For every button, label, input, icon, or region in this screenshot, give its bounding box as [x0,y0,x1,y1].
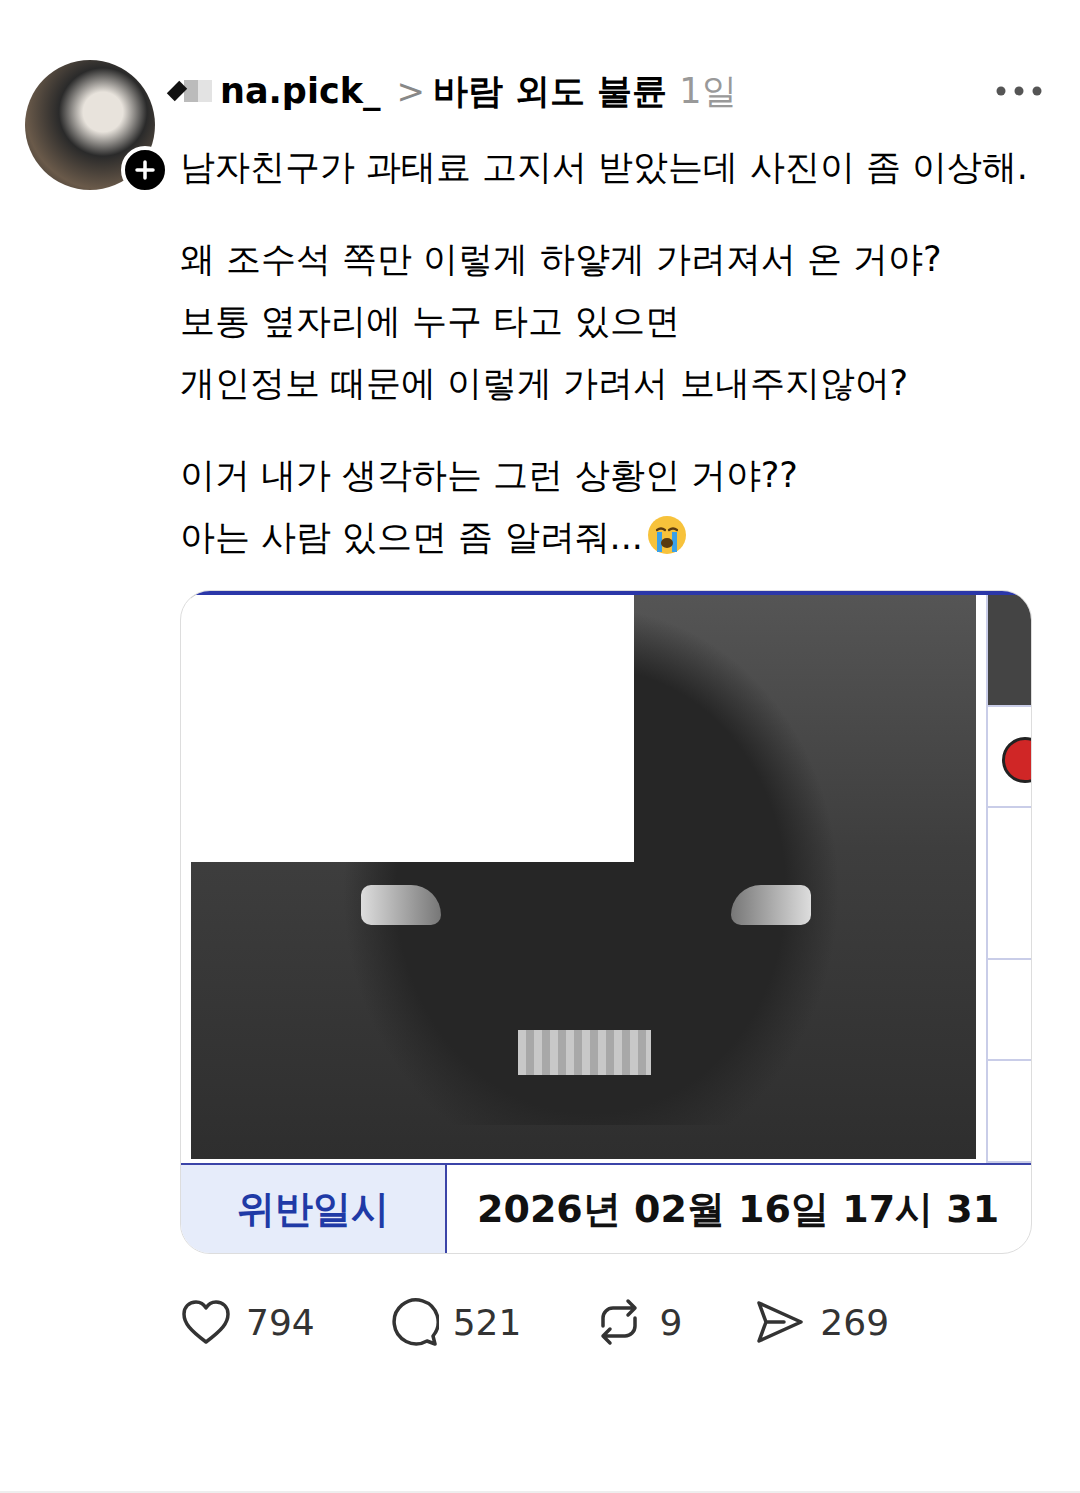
violation-row: 위반일시 2026년 02월 16일 17시 31 [181,1163,1031,1253]
share-button[interactable]: 269 [754,1298,889,1346]
passenger-mask [191,595,634,862]
action-bar: 794 521 9 269 [180,1296,1044,1348]
text-line: 왜 조수석 쪽만 이렇게 하얗게 가려져서 온 거야? [180,228,1044,290]
blurred-name [170,80,212,102]
repost-button[interactable]: 9 [593,1296,682,1348]
separator: > [396,71,425,111]
crying-face-icon [645,513,689,557]
paragraph: 남자친구가 과태료 고지서 받았는데 사진이 좀 이상해. [180,136,1044,198]
topic-tag[interactable]: 바람 외도 불륜 [433,68,667,115]
plate-blur [518,1030,651,1075]
avatar[interactable] [25,60,155,190]
comment-icon [387,1296,439,1348]
violation-datetime: 2026년 02월 16일 17시 31 [447,1165,1031,1253]
like-button[interactable]: 794 [180,1298,315,1346]
action-count: 794 [246,1302,315,1343]
post-body: 남자친구가 과태료 고지서 받았는데 사진이 좀 이상해. 왜 조수석 쪽만 이렇… [180,136,1044,568]
follow-plus-icon[interactable] [121,146,169,194]
action-count: 521 [453,1302,522,1343]
more-icon[interactable] [996,85,1042,97]
text-line: 보통 옆자리에 누구 타고 있으면 [180,290,1044,352]
threads-post: na.pick_ > 바람 외도 불륜 1일 남자친구가 과태료 고지서 받았는… [0,0,1080,1493]
paragraph: 이거 내가 생각하는 그런 상황인 거야??아는 사람 있으면 좀 알려줘... [180,444,1044,568]
notice-side-column [986,595,1031,1163]
text-line: 아는 사람 있으면 좀 알려줘... [180,506,1044,568]
share-icon [754,1298,806,1346]
text-line: 개인정보 때문에 이렇게 가려서 보내주지않어? [180,352,1044,414]
action-count: 269 [820,1302,889,1343]
heart-icon [180,1298,232,1346]
repost-icon [593,1296,645,1348]
car-photo [191,595,976,1159]
text-line: 이거 내가 생각하는 그런 상황인 거야?? [180,444,1044,506]
username[interactable]: na.pick_ [220,71,380,111]
action-count: 9 [659,1302,682,1343]
fine-notice-image[interactable]: 위반일시 2026년 02월 16일 17시 31 [180,590,1032,1254]
paragraph: 왜 조수석 쪽만 이렇게 하얗게 가려져서 온 거야?보통 옆자리에 누구 타고… [180,228,1044,414]
text-line: 남자친구가 과태료 고지서 받았는데 사진이 좀 이상해. [180,136,1044,198]
violation-label: 위반일시 [181,1165,447,1253]
comment-button[interactable]: 521 [387,1296,522,1348]
post-time: 1일 [679,68,736,115]
post-header: na.pick_ > 바람 외도 불륜 1일 [180,60,1044,122]
